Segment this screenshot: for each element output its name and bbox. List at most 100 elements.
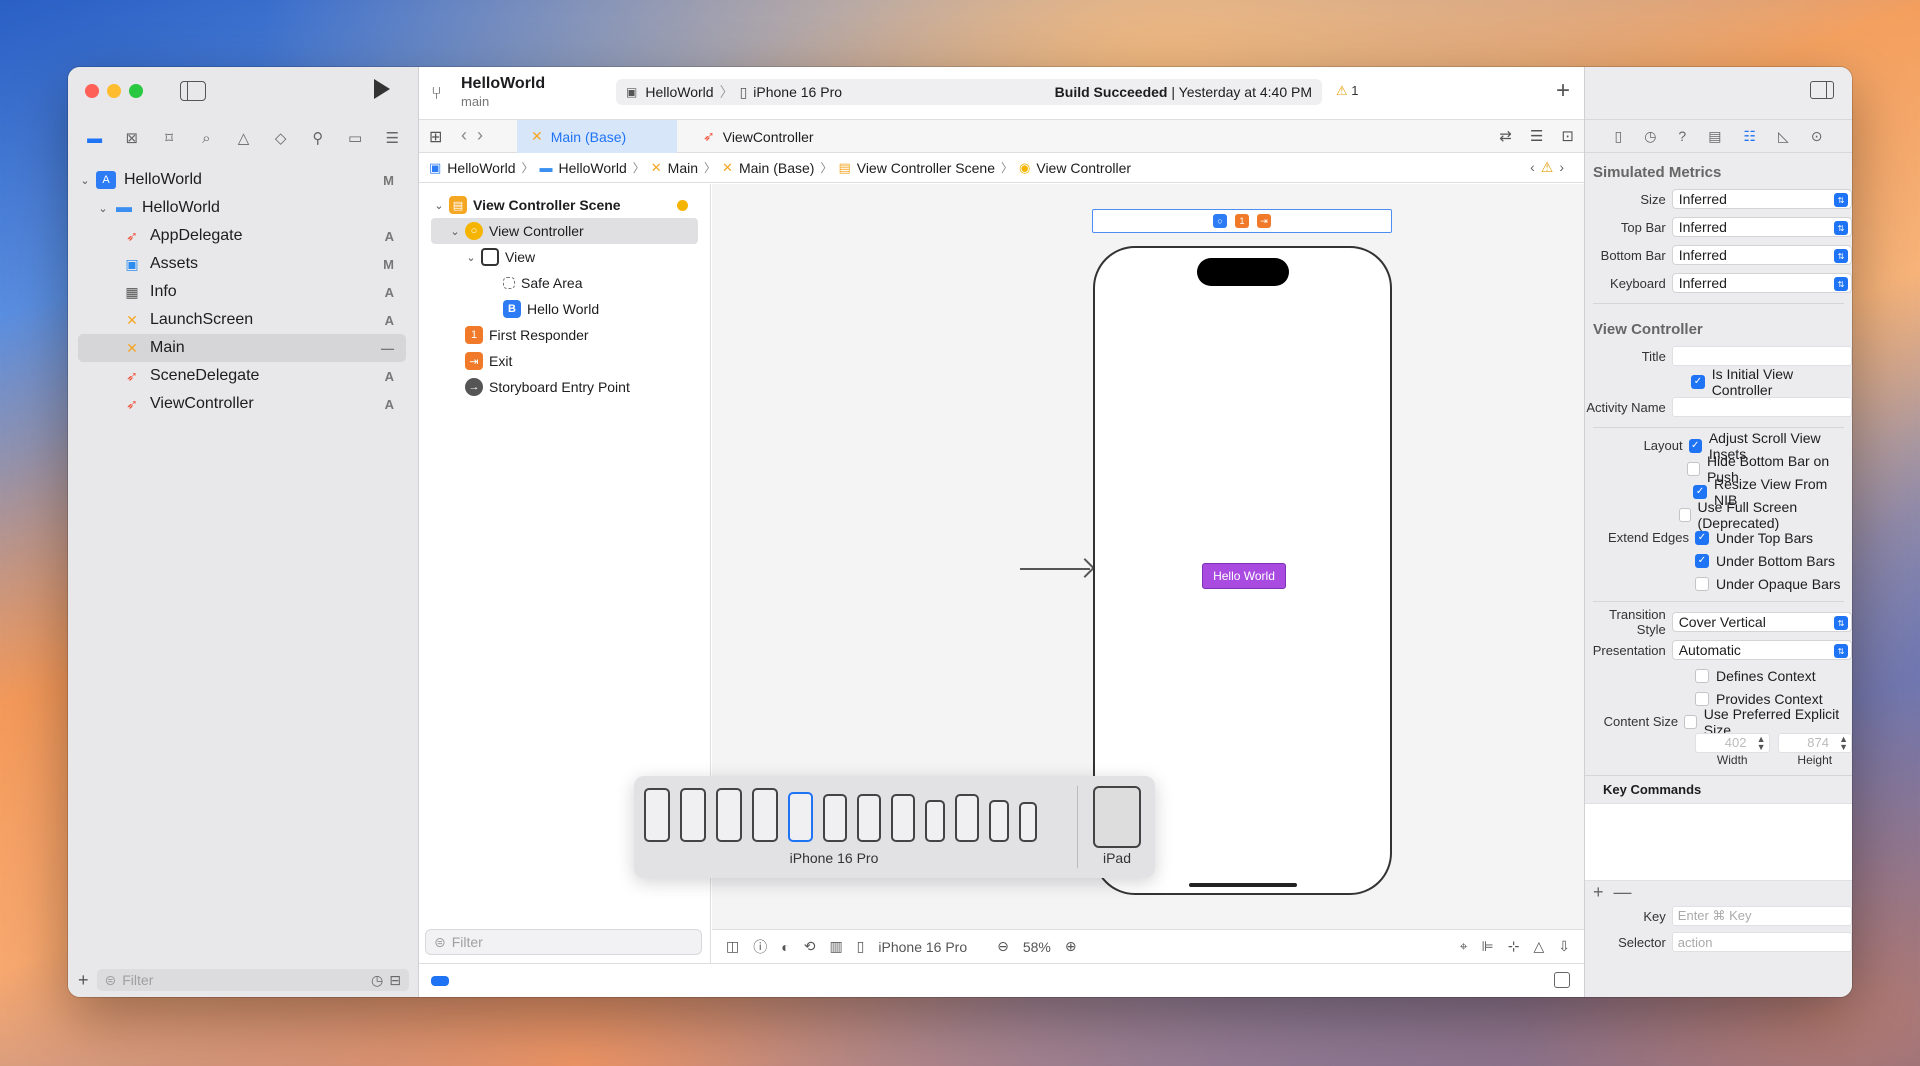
orientation-icon[interactable]: ⟲ [804, 938, 816, 955]
history-inspector-icon[interactable]: ◷ [1644, 128, 1656, 145]
breadcrumb-item[interactable]: Main [668, 160, 698, 176]
device-option[interactable] [752, 788, 778, 842]
tree-item-project[interactable]: ⌄ A HelloWorld M [78, 166, 406, 194]
show-debug-area-icon[interactable] [1554, 972, 1570, 988]
outline-item-exit[interactable]: ⇥ Exit [419, 348, 710, 374]
bottom-bar-popup[interactable]: Inferred ⇅ [1671, 245, 1852, 265]
sidebar-toggle-icon[interactable] [180, 81, 206, 101]
tree-item-scenedelegate[interactable]: ➶ SceneDelegate A [78, 362, 406, 390]
transition-style-popup[interactable]: Cover Vertical ⇅ [1671, 612, 1852, 632]
outline-item-entry-point[interactable]: → Storyboard Entry Point [419, 374, 710, 400]
full-screen-checkbox[interactable]: Use Full Screen (Deprecated) [1678, 499, 1852, 531]
debug-spray-icon[interactable]: ⚲ [308, 129, 328, 147]
attributes-inspector-icon[interactable]: ☷ [1743, 128, 1756, 145]
appearance-icon[interactable]: ◐ [781, 939, 789, 955]
search-icon[interactable]: ⌕ [196, 130, 216, 147]
tree-item-main[interactable]: ✕ Main — [78, 334, 406, 362]
breadcrumb-item[interactable]: HelloWorld [559, 160, 627, 176]
device-option[interactable] [925, 800, 945, 842]
report-icon[interactable]: ☰ [382, 129, 402, 147]
inspector-toggle-icon[interactable] [1810, 81, 1834, 99]
preferred-size-checkbox[interactable]: Use Preferred Explicit Size [1684, 706, 1852, 738]
embed-in-icon[interactable]: ⇩ [1558, 938, 1570, 955]
chevron-down-icon[interactable]: ⌄ [463, 251, 479, 264]
under-bottom-bars-checkbox[interactable]: ✓ Under Bottom Bars [1695, 549, 1835, 572]
storyboard-canvas[interactable]: ○ 1 ⇥ Hello World iPhone 16 Pro iPad ◫ ⓘ… [634, 184, 1584, 963]
device-option[interactable] [955, 794, 979, 842]
device-option[interactable] [644, 788, 670, 842]
minimize-window-button[interactable] [107, 84, 121, 98]
size-inspector-icon[interactable]: ◺ [1778, 128, 1789, 145]
chevron-down-icon[interactable]: ⌄ [78, 174, 92, 187]
close-window-button[interactable] [85, 84, 99, 98]
run-destination-selector[interactable]: iPhone 16 Pro [753, 84, 842, 100]
resolve-issues-icon[interactable]: △ [1533, 938, 1544, 955]
tab-main-base[interactable]: ✕ Main (Base) [517, 120, 677, 153]
swap-arrows-icon[interactable]: ⇄ [1499, 127, 1512, 145]
under-top-bars-checkbox[interactable]: ✓ Under Top Bars [1695, 526, 1813, 549]
is-initial-checkbox[interactable]: ✓ Is Initial View Controller [1691, 366, 1852, 398]
zoom-window-button[interactable] [129, 84, 143, 98]
outline-item-first-responder[interactable]: 1 First Responder [419, 322, 710, 348]
editor-options-icon[interactable]: ☰ [1530, 127, 1543, 145]
remove-icon[interactable]: — [1614, 882, 1632, 903]
breadcrumb-item[interactable]: View Controller Scene [857, 160, 995, 176]
tree-item-appdelegate[interactable]: ➶ AppDelegate A [78, 222, 406, 250]
tree-item-viewcontroller[interactable]: ➶ ViewController A [78, 390, 406, 418]
tree-item-info[interactable]: ▦ Info A [78, 278, 406, 306]
device-option-selected[interactable] [788, 792, 813, 842]
align-icon[interactable]: ⊫ [1482, 938, 1494, 955]
identity-inspector-icon[interactable]: ▤ [1708, 128, 1721, 145]
debug-area-toggle[interactable] [431, 976, 449, 986]
source-control-icon[interactable]: ⊠ [122, 129, 142, 147]
navigation-arrows[interactable]: ‹› [461, 125, 493, 146]
run-button[interactable] [374, 79, 390, 99]
accessibility-icon[interactable]: ⓘ [753, 937, 767, 957]
bookmark-icon[interactable]: ⌑ [159, 129, 179, 147]
key-commands-list[interactable] [1585, 803, 1852, 881]
outline-item-view[interactable]: ⌄ View [419, 244, 710, 270]
device-option[interactable] [891, 794, 915, 842]
related-items-grid-icon[interactable]: ⊞ [429, 127, 442, 147]
issue-navigation[interactable]: ‹⚠› [1530, 159, 1570, 176]
size-class-icon[interactable]: ▥ [829, 938, 842, 955]
outline-item-hello-world[interactable]: B Hello World [419, 296, 710, 322]
breadcrumb-item[interactable]: HelloWorld [447, 160, 515, 176]
split-editor-icon[interactable]: ⊡ [1561, 127, 1574, 145]
stepper-icon[interactable]: ▲ ▼ [1839, 735, 1848, 752]
device-selector[interactable]: iPhone 16 Pro [878, 939, 967, 955]
outline-item-scene[interactable]: ⌄ ▤ View Controller Scene [419, 192, 710, 218]
title-input[interactable] [1671, 346, 1852, 366]
activity-name-input[interactable] [1671, 397, 1852, 417]
toggle-outline-icon[interactable]: ◫ [726, 938, 739, 955]
folder-icon[interactable]: ▬ [85, 130, 105, 147]
scheme-selector[interactable]: HelloWorld [645, 84, 713, 100]
tree-item-launchscreen[interactable]: ✕ LaunchScreen A [78, 306, 406, 334]
keyboard-popup[interactable]: Inferred ⇅ [1671, 273, 1852, 293]
device-option[interactable] [680, 788, 706, 842]
outline-item-safe-area[interactable]: Safe Area [419, 270, 710, 296]
connections-inspector-icon[interactable]: ⊙ [1811, 128, 1823, 145]
top-bar-popup[interactable]: Inferred ⇅ [1671, 217, 1852, 237]
entry-point-arrow[interactable] [1020, 568, 1090, 570]
filter-options-icon[interactable]: ⊟ [389, 972, 401, 989]
zoom-in-icon[interactable]: ⊕ [1065, 938, 1077, 955]
height-input[interactable]: 874 ▲ ▼ [1777, 733, 1852, 753]
tree-item-assets[interactable]: ▣ Assets M [78, 250, 406, 278]
tab-viewcontroller[interactable]: ➶ ViewController [689, 120, 829, 153]
width-input[interactable]: 402 ▲ ▼ [1695, 733, 1770, 753]
first-responder-dock-icon[interactable]: 1 [1235, 214, 1249, 228]
issue-warning-icon[interactable]: △ [233, 129, 253, 147]
hello-world-button[interactable]: Hello World [1202, 563, 1286, 589]
chevron-down-icon[interactable]: ⌄ [447, 225, 463, 238]
device-option[interactable] [857, 794, 881, 842]
add-constraints-icon[interactable]: ⊹ [1508, 938, 1520, 955]
test-diamond-icon[interactable]: ◇ [271, 129, 291, 147]
key-input[interactable]: Enter ⌘ Key [1671, 906, 1852, 926]
under-opaque-bars-checkbox[interactable]: Under Opaque Bars [1695, 572, 1841, 595]
size-popup[interactable]: Inferred ⇅ [1671, 189, 1852, 209]
breakpoint-icon[interactable]: ▭ [345, 129, 365, 147]
exit-dock-icon[interactable]: ⇥ [1257, 214, 1271, 228]
add-icon[interactable]: + [1593, 882, 1604, 903]
device-option[interactable] [1019, 802, 1037, 842]
